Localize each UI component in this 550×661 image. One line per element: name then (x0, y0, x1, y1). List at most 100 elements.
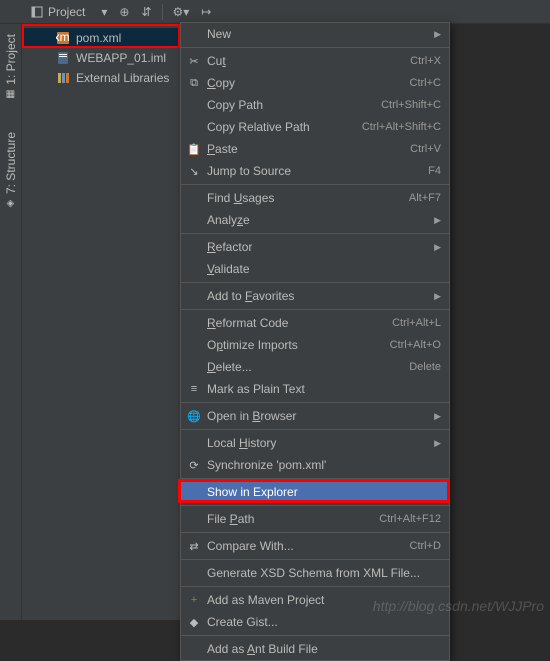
menu-item-copy-path[interactable]: Copy PathCtrl+Shift+C (181, 94, 449, 116)
menu-separator (181, 635, 449, 636)
settings-gear-icon[interactable]: ⚙▾ (169, 3, 194, 21)
menu-item-add-to-favorites[interactable]: Add to Favorites▶ (181, 285, 449, 307)
menu-item-label: Validate (207, 262, 441, 276)
menu-separator (181, 559, 449, 560)
menu-item-validate[interactable]: Validate (181, 258, 449, 280)
tree-item-label: WEBAPP_01.iml (76, 51, 166, 65)
menu-item-label: Mark as Plain Text (207, 382, 441, 396)
menu-item-label: Add as Maven Project (207, 593, 441, 607)
menu-item-add-as-ant-build-file[interactable]: Add as Ant Build File (181, 638, 449, 660)
menu-item-shortcut: Ctrl+Alt+Shift+C (362, 121, 441, 133)
menu-item-label: Analyze (207, 213, 441, 227)
menu-item-icon: ⇄ (187, 539, 201, 553)
structure-tab-label: 7: Structure (4, 132, 18, 194)
menu-item-add-as-maven-project[interactable]: + Add as Maven Project (181, 589, 449, 611)
tree-item-label: pom.xml (76, 31, 121, 45)
menu-item-reformat-code[interactable]: Reformat CodeCtrl+Alt+L (181, 312, 449, 334)
menu-item-icon: ⧉ (187, 76, 201, 90)
menu-item-icon: 🌐 (187, 409, 201, 423)
menu-item-icon: + (187, 593, 201, 607)
menu-item-label: Copy (207, 76, 410, 90)
project-tree[interactable]: xml pom.xml WEBAPP_01.iml External Librarie… (22, 24, 180, 620)
menu-item-label: Compare With... (207, 539, 410, 553)
tree-item-label: External Libraries (76, 71, 169, 85)
submenu-arrow-icon: ▶ (434, 291, 441, 302)
hide-icon[interactable]: ↦ (197, 3, 215, 21)
menu-item-find-usages[interactable]: Find UsagesAlt+F7 (181, 187, 449, 209)
project-tab-label: 1: Project (4, 34, 18, 85)
menu-item-analyze[interactable]: Analyze▶ (181, 209, 449, 231)
menu-item-show-in-explorer[interactable]: Show in Explorer (181, 481, 449, 503)
menu-item-label: Jump to Source (207, 164, 428, 178)
menu-item-label: Refactor (207, 240, 441, 254)
menu-item-label: Delete... (207, 360, 409, 374)
menu-separator (181, 478, 449, 479)
iml-file-icon (56, 51, 70, 65)
dropdown-button[interactable]: ▾ (97, 3, 111, 21)
menu-item-label: Add as Ant Build File (207, 642, 441, 656)
menu-item-label: New (207, 27, 441, 41)
menu-item-shortcut: Ctrl+Shift+C (381, 99, 441, 111)
project-tab-icon: ▦ (5, 89, 16, 100)
menu-item-synchronize--pom-xml-[interactable]: ⟳ Synchronize 'pom.xml' (181, 454, 449, 476)
menu-separator (181, 505, 449, 506)
menu-item-generate-xsd-schema-from-xml-file---[interactable]: Generate XSD Schema from XML File... (181, 562, 449, 584)
menu-item-shortcut: Ctrl+X (410, 55, 441, 67)
menu-item-label: Synchronize 'pom.xml' (207, 458, 441, 472)
menu-item-label: Create Gist... (207, 615, 441, 629)
menu-item-file-path[interactable]: File PathCtrl+Alt+F12 (181, 508, 449, 530)
menu-item-local-history[interactable]: Local History▶ (181, 432, 449, 454)
menu-item-shortcut: Delete (409, 361, 441, 373)
menu-item-cut[interactable]: ✂ CutCtrl+X (181, 50, 449, 72)
scroll-from-source-icon[interactable]: ⊕ (115, 3, 133, 21)
menu-item-label: Copy Relative Path (207, 120, 362, 134)
collapse-all-icon[interactable]: ⇵ (137, 3, 155, 21)
menu-item-shortcut: Alt+F7 (409, 192, 441, 204)
menu-item-shortcut: Ctrl+D (410, 540, 441, 552)
menu-item-mark-as-plain-text[interactable]: ≡ Mark as Plain Text (181, 378, 449, 400)
menu-item-label: Reformat Code (207, 316, 392, 330)
project-tab[interactable]: ▦ 1: Project (2, 28, 20, 106)
menu-item-icon: 📋 (187, 142, 201, 156)
tree-item-external-libraries[interactable]: External Libraries (22, 68, 180, 88)
menu-item-label: Cut (207, 54, 410, 68)
project-label: Project (48, 5, 85, 19)
menu-item-label: Find Usages (207, 191, 409, 205)
menu-item-copy[interactable]: ⧉ CopyCtrl+C (181, 72, 449, 94)
menu-item-delete---[interactable]: Delete...Delete (181, 356, 449, 378)
menu-item-new[interactable]: New▶ (181, 23, 449, 45)
menu-item-shortcut: Ctrl+V (410, 143, 441, 155)
menu-item-icon: ✂ (187, 54, 201, 68)
menu-item-compare-with---[interactable]: ⇄ Compare With...Ctrl+D (181, 535, 449, 557)
menu-item-icon: ⟳ (187, 458, 201, 472)
menu-separator (181, 233, 449, 234)
menu-item-label: Show in Explorer (207, 485, 441, 499)
context-menu: New▶✂CutCtrl+X⧉CopyCtrl+CCopy PathCtrl+S… (180, 22, 450, 661)
tree-item-webapp-01-iml[interactable]: WEBAPP_01.iml (22, 48, 180, 68)
submenu-arrow-icon: ▶ (434, 215, 441, 226)
menu-item-refactor[interactable]: Refactor▶ (181, 236, 449, 258)
menu-item-paste[interactable]: 📋 PasteCtrl+V (181, 138, 449, 160)
menu-separator (181, 282, 449, 283)
menu-item-create-gist---[interactable]: ◆ Create Gist... (181, 611, 449, 633)
structure-tab[interactable]: ◈ 7: Structure (2, 126, 20, 215)
menu-item-label: Open in Browser (207, 409, 441, 423)
menu-item-shortcut: Ctrl+Alt+F12 (379, 513, 441, 525)
menu-item-optimize-imports[interactable]: Optimize ImportsCtrl+Alt+O (181, 334, 449, 356)
separator (162, 4, 163, 20)
menu-item-shortcut: Ctrl+Alt+L (392, 317, 441, 329)
menu-separator (181, 586, 449, 587)
menu-item-jump-to-source[interactable]: ↘Jump to SourceF4 (181, 160, 449, 182)
menu-item-icon: ≡ (187, 382, 201, 396)
menu-item-label: Generate XSD Schema from XML File... (207, 566, 441, 580)
menu-item-label: Local History (207, 436, 441, 450)
menu-item-icon: ◆ (187, 615, 201, 629)
tree-item-pom-xml[interactable]: xml pom.xml (22, 28, 180, 48)
menu-separator (181, 532, 449, 533)
xml-file-icon: xml (56, 31, 70, 45)
menu-item-copy-relative-path[interactable]: Copy Relative PathCtrl+Alt+Shift+C (181, 116, 449, 138)
menu-item-label: Paste (207, 142, 410, 156)
menu-item-open-in-browser[interactable]: 🌐Open in Browser▶ (181, 405, 449, 427)
menu-separator (181, 402, 449, 403)
menu-item-shortcut: Ctrl+C (410, 77, 441, 89)
